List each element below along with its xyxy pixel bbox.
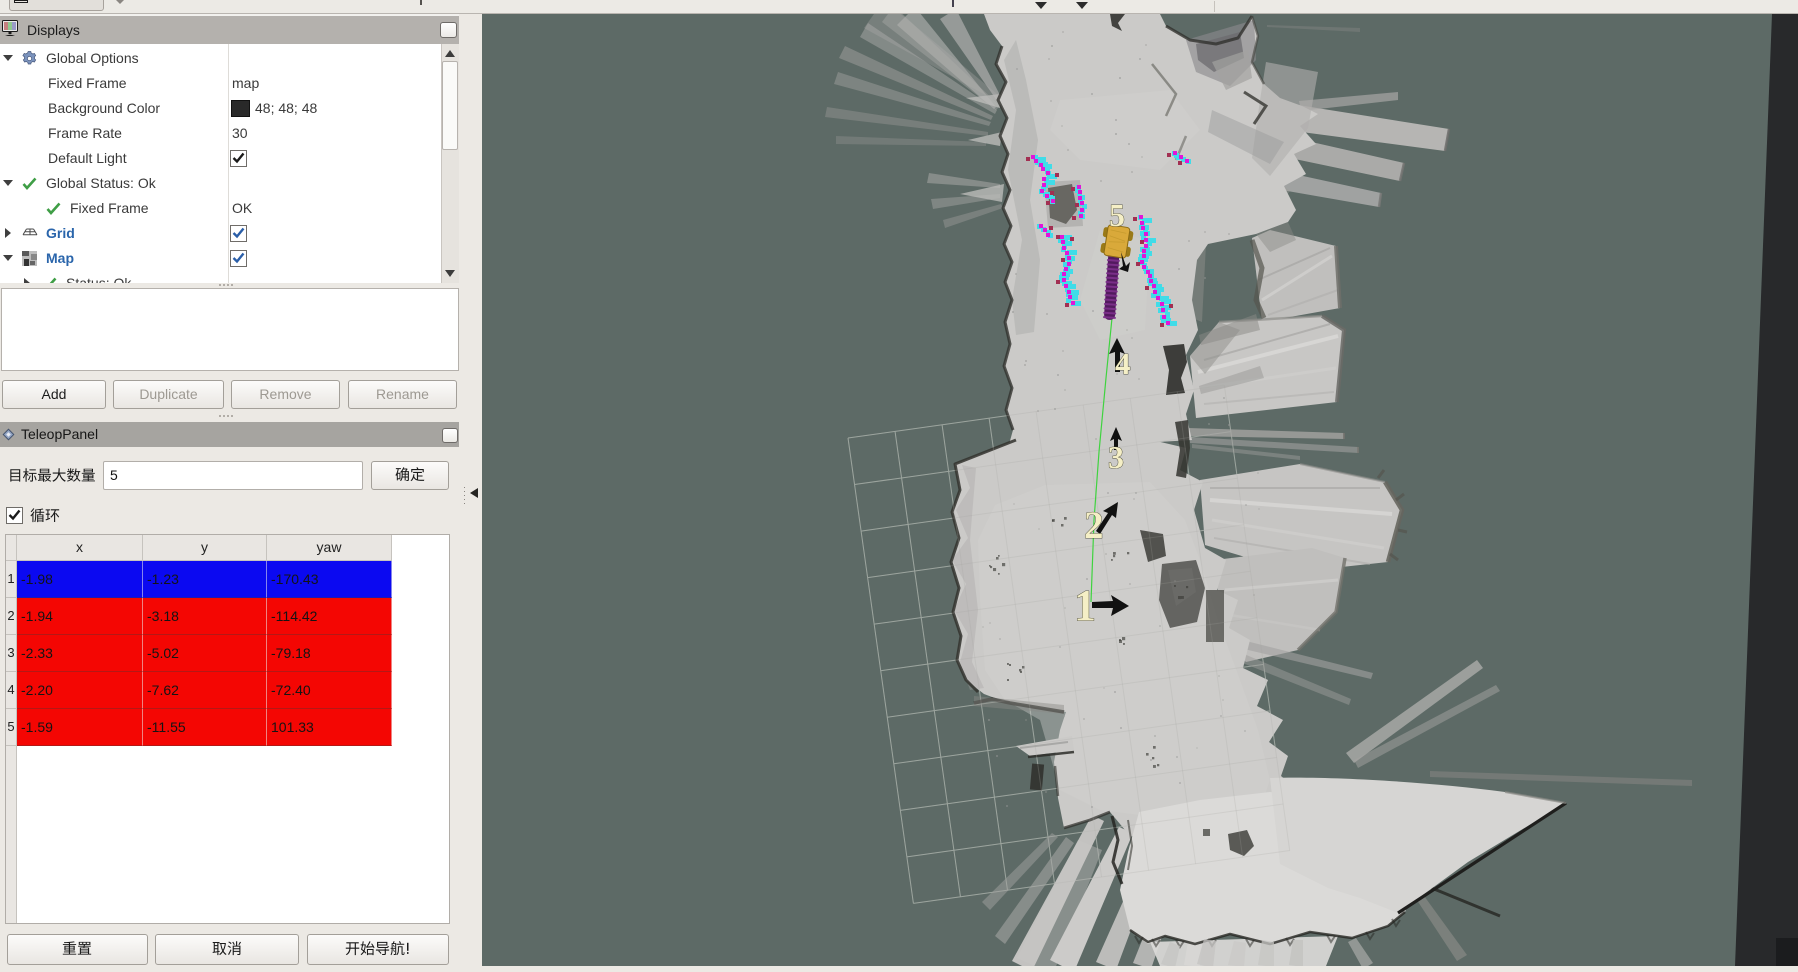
svg-text:4: 4 xyxy=(1115,346,1131,381)
svg-text:1: 1 xyxy=(1074,581,1096,630)
svg-text:5: 5 xyxy=(1109,197,1125,233)
svg-text:2: 2 xyxy=(1084,504,1104,547)
svg-text:3: 3 xyxy=(1108,439,1124,475)
